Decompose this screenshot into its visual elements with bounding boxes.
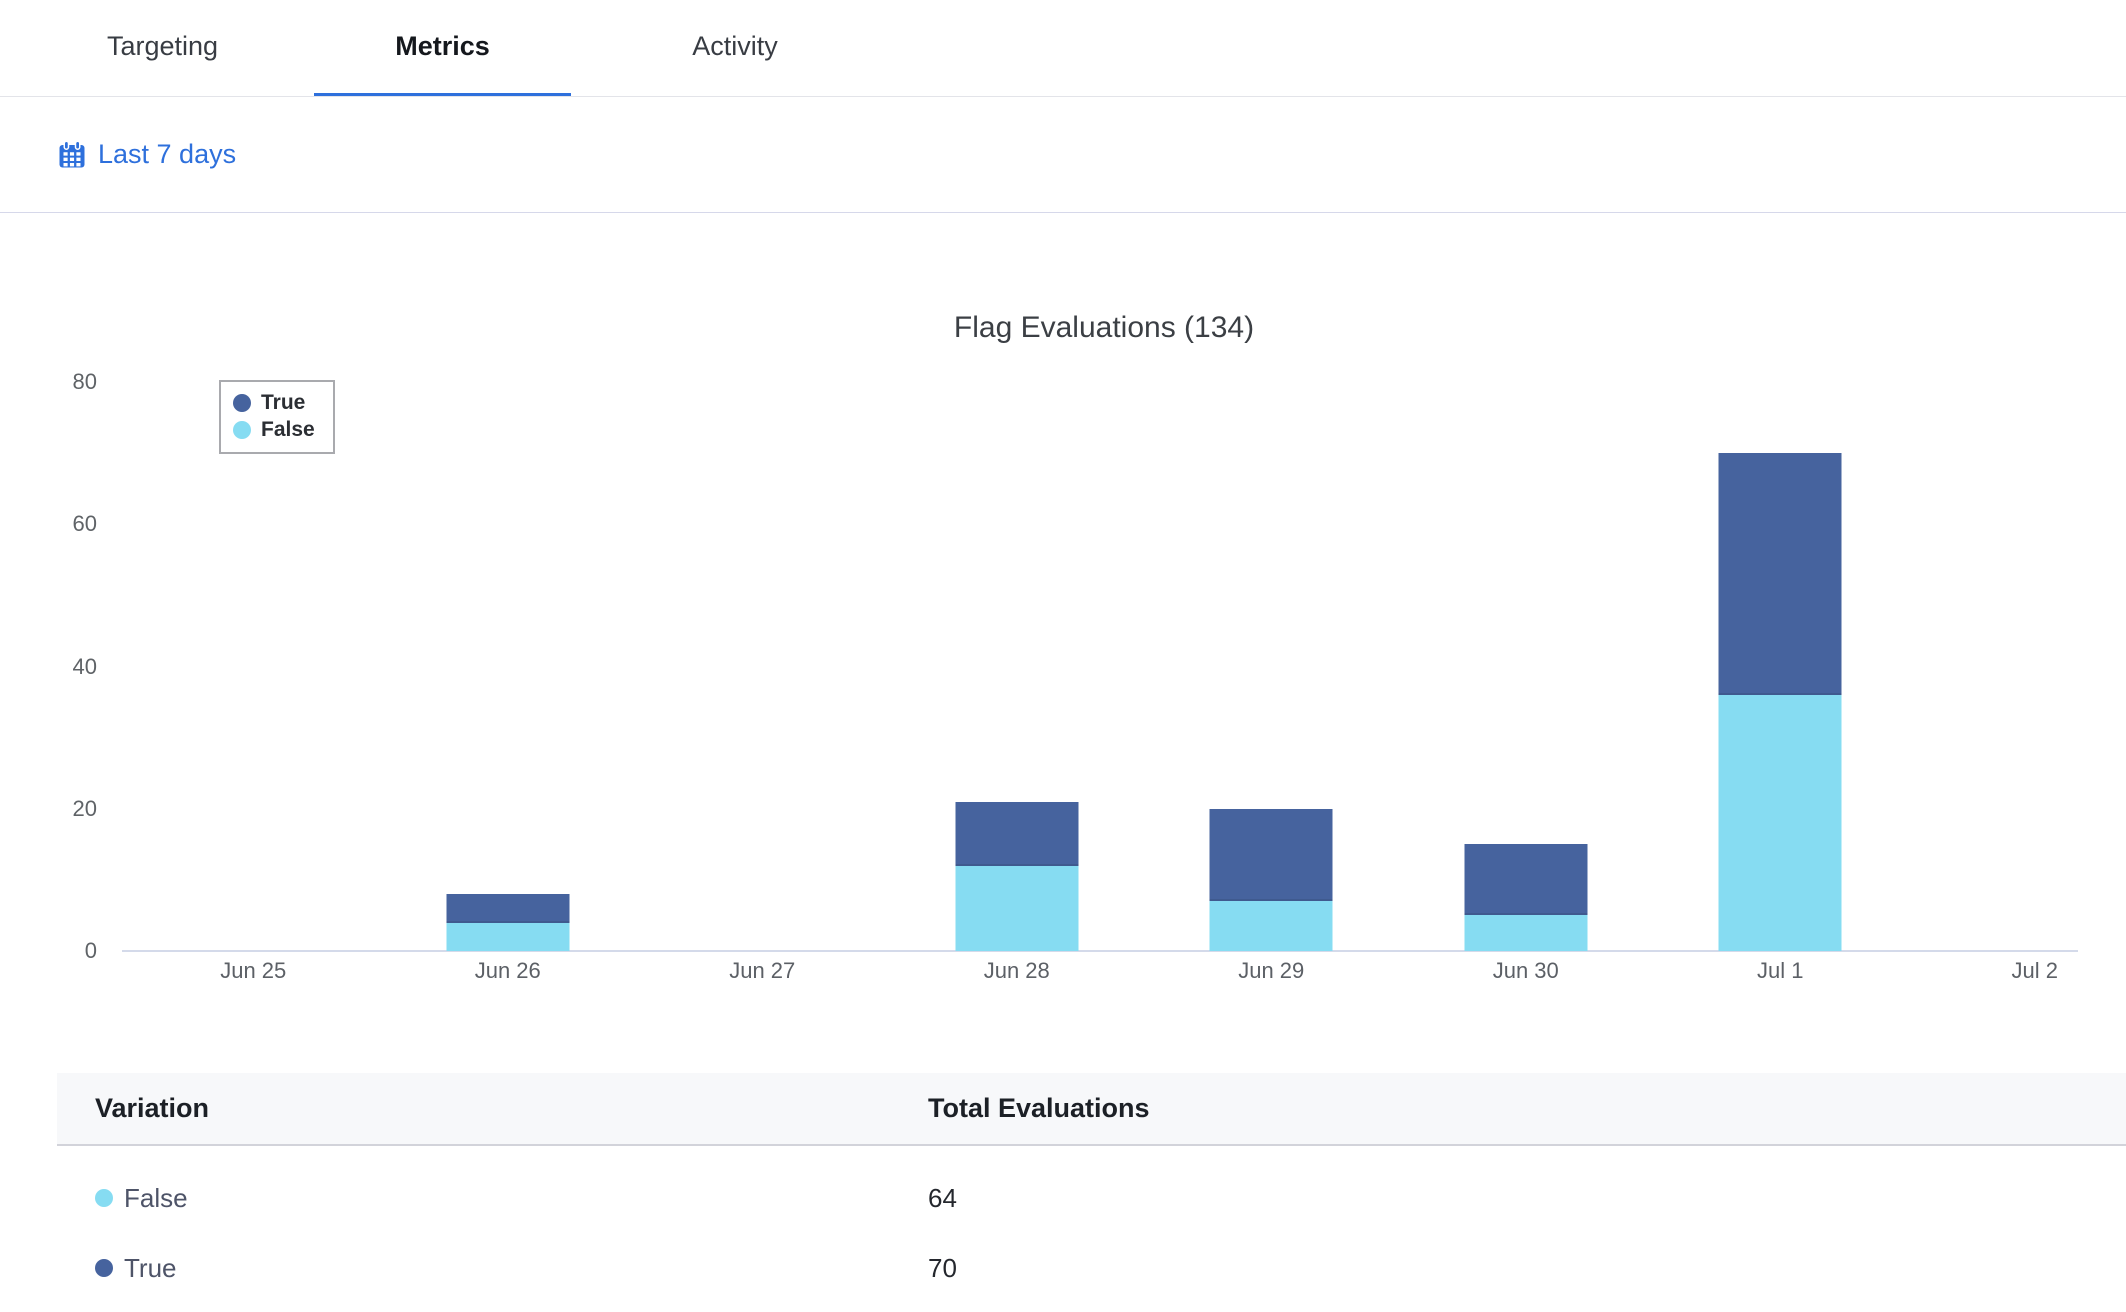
- date-range-button[interactable]: Last 7 days: [57, 139, 236, 170]
- column-header-total-evaluations: Total Evaluations: [928, 1093, 2126, 1124]
- bar-jun-28[interactable]: [955, 802, 1078, 951]
- category-slot: Jul 2: [1908, 213, 2126, 1073]
- bar-segment-false[interactable]: [1210, 901, 1333, 951]
- category-slot: Jun 26: [381, 213, 636, 1073]
- legend-label: True: [261, 391, 305, 415]
- x-axis-label: Jun 27: [635, 958, 890, 984]
- bar-segment-true[interactable]: [1719, 453, 1842, 695]
- tab-metrics[interactable]: Metrics: [314, 0, 571, 96]
- bar-jun-26[interactable]: [446, 894, 569, 951]
- x-axis-label: Jun 30: [1399, 958, 1654, 984]
- y-axis-label: 40: [73, 654, 97, 680]
- bar-segment-true[interactable]: [955, 802, 1078, 866]
- bar-segment-true[interactable]: [1464, 844, 1587, 915]
- y-axis: 0 20 40 60 80: [0, 213, 97, 1073]
- x-axis-label: Jun 29: [1144, 958, 1399, 984]
- category-slot: Jun 28: [890, 213, 1145, 1073]
- bar-jun-29[interactable]: [1210, 809, 1333, 951]
- bar-jul-1[interactable]: [1719, 453, 1842, 951]
- bar-segment-false[interactable]: [955, 866, 1078, 951]
- category-slot: Jun 25: [126, 213, 381, 1073]
- legend-item-false[interactable]: False: [233, 416, 315, 443]
- y-axis-label: 60: [73, 511, 97, 537]
- chart-legend: True False: [219, 380, 335, 454]
- category-slot: Jun 29: [1144, 213, 1399, 1073]
- variation-label: True: [124, 1253, 177, 1284]
- category-slot: Jun 30: [1399, 213, 1654, 1073]
- evaluations-table: Variation Total Evaluations False 64 True 7…: [57, 1073, 2126, 1303]
- bar-jun-30[interactable]: [1464, 844, 1587, 951]
- table-row-true: True 70: [57, 1233, 2126, 1303]
- plot-area: Jun 25Jun 26Jun 27Jun 28Jun 29Jun 30Jul …: [126, 213, 2126, 1073]
- variation-cell: False: [95, 1183, 928, 1214]
- bar-segment-true[interactable]: [446, 894, 569, 922]
- x-axis-label: Jun 25: [126, 958, 381, 984]
- table-row-false: False 64: [57, 1163, 2126, 1233]
- calendar-icon: [57, 140, 87, 170]
- filter-bar: Last 7 days: [0, 97, 2126, 213]
- legend-label: False: [261, 418, 315, 442]
- variation-dot-true: [95, 1259, 113, 1277]
- total-evaluations-value: 64: [928, 1183, 2126, 1214]
- bar-segment-false[interactable]: [1464, 915, 1587, 951]
- flag-evaluations-chart: Flag Evaluations (134) 020406080 Jun 25J…: [0, 213, 2126, 1073]
- x-axis-label: Jun 26: [381, 958, 636, 984]
- bar-segment-false[interactable]: [446, 923, 569, 951]
- total-evaluations-value: 70: [928, 1253, 2126, 1284]
- tab-bar: Targeting Metrics Activity: [0, 0, 2126, 97]
- x-axis-label: Jul 2: [1908, 958, 2126, 984]
- legend-dot-false: [233, 421, 251, 439]
- table-header-row: Variation Total Evaluations: [57, 1073, 2126, 1146]
- y-axis-label: 80: [73, 369, 97, 395]
- date-range-label: Last 7 days: [98, 139, 236, 170]
- x-axis-label: Jun 28: [890, 958, 1145, 984]
- category-slot: Jul 1: [1653, 213, 1908, 1073]
- category-slot: Jun 27: [635, 213, 890, 1073]
- x-axis-label: Jul 1: [1653, 958, 1908, 984]
- legend-dot-true: [233, 394, 251, 412]
- table-body: False 64 True 70: [57, 1146, 2126, 1303]
- column-header-variation: Variation: [95, 1093, 928, 1124]
- bar-segment-true[interactable]: [1210, 809, 1333, 901]
- y-axis-label: 20: [73, 796, 97, 822]
- tab-targeting[interactable]: Targeting: [80, 0, 245, 96]
- variation-label: False: [124, 1183, 188, 1214]
- variation-dot-false: [95, 1189, 113, 1207]
- legend-item-true[interactable]: True: [233, 389, 315, 416]
- tab-activity[interactable]: Activity: [640, 0, 830, 96]
- variation-cell: True: [95, 1253, 928, 1284]
- y-axis-label: 0: [85, 938, 97, 964]
- bar-segment-false[interactable]: [1719, 695, 1842, 951]
